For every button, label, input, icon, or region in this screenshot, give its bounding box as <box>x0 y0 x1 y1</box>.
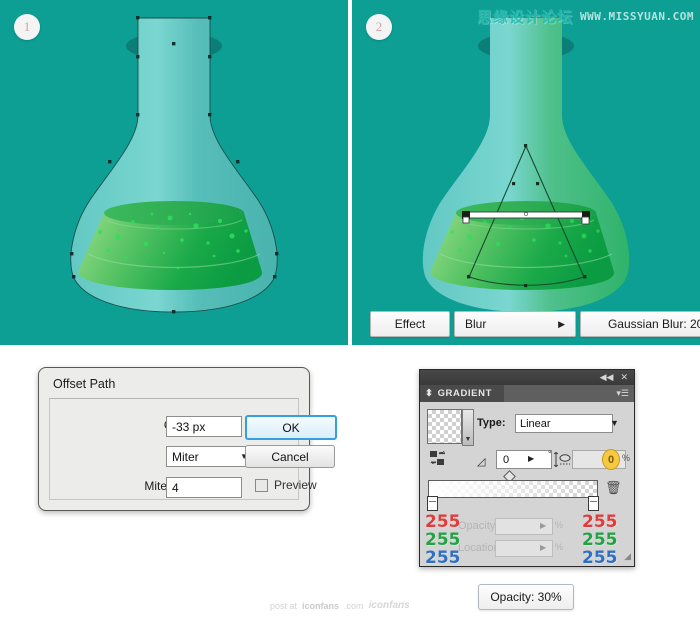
right-stop-green-value: 255 <box>582 530 618 550</box>
chevron-down-icon: ▼ <box>464 436 472 443</box>
footer-brand: iconfans <box>302 600 340 611</box>
gradient-preset-dropdown[interactable]: ▼ <box>462 409 474 446</box>
footer-credit: post at iconfans .com iconfans <box>270 600 410 611</box>
watermark: 思缘设计论坛 WWW.MISSYUAN.COM <box>477 6 694 27</box>
tab-gradient-label: GRADIENT <box>437 388 492 399</box>
step-badge-1: 1 <box>14 14 40 40</box>
effect-menu-label: Effect <box>394 317 426 331</box>
collapse-icon[interactable]: ◀◀ <box>600 373 614 382</box>
aspect-ratio-percent: % <box>622 453 631 463</box>
miter-limit-value: 4 <box>172 480 179 495</box>
screenshot-root: 1 2 思缘设计论坛 WWW.MISSYUAN.COM Effect Blur … <box>0 0 700 625</box>
close-icon[interactable]: ✕ <box>620 373 628 382</box>
aspect-ratio-icon <box>554 452 571 467</box>
joins-select[interactable]: Miter ▼ <box>166 446 253 467</box>
right-stop-blue-value: 255 <box>582 548 618 568</box>
right-stop-red-value: 255 <box>582 512 618 532</box>
ok-button[interactable]: OK <box>245 415 337 440</box>
preview-checkbox[interactable] <box>255 478 268 492</box>
offset-path-dialog: Offset Path Offset: -33 px Joins: Miter … <box>38 367 337 511</box>
miter-limit-input[interactable]: 4 <box>166 477 242 498</box>
opacity-button[interactable]: Opacity: 30% <box>478 584 574 610</box>
gradient-panel-body: ▼ Type: Linear ▼ ◿ 0 ▶ ° 0 % 🗑 255 255 2… <box>420 402 634 568</box>
gradient-aspect-ratio-highlight: 0 <box>602 449 620 470</box>
left-stop-blue-value: 255 <box>425 548 461 568</box>
gradient-panel-tabbar: ⬍ GRADIENT ▾☰ <box>420 385 634 402</box>
tutorial-panel-step-1: 1 <box>0 0 348 345</box>
footer-suffix: .com <box>344 600 364 611</box>
step-badge-2: 2 <box>366 14 392 40</box>
offset-input-value: -33 px <box>172 419 206 434</box>
dialog-title: Offset Path <box>53 377 116 391</box>
chevron-right-icon: ▶ <box>558 318 565 329</box>
delete-stop-icon[interactable]: 🗑 <box>605 480 622 496</box>
watermark-chinese: 思缘设计论坛 <box>477 8 574 26</box>
footer-prefix: post at <box>270 600 298 611</box>
gradient-preview-swatch[interactable] <box>427 409 462 444</box>
effect-menu-bar: Effect Blur ▶ Gaussian Blur: 20px <box>370 311 700 337</box>
iconfans-logo: iconfans <box>368 600 410 611</box>
location-percent: % <box>555 542 564 552</box>
opacity-stepper-icon[interactable]: ▶ <box>540 521 546 530</box>
flask-illustration-step-1 <box>70 16 279 314</box>
type-chevron-down-icon[interactable]: ▼ <box>610 418 619 428</box>
degree-symbol: ° <box>548 449 552 459</box>
angle-icon: ◿ <box>477 456 486 468</box>
gradient-stop-right[interactable] <box>588 496 599 511</box>
tab-gradient[interactable]: ⬍ GRADIENT <box>420 385 504 402</box>
joins-select-value: Miter <box>172 449 199 464</box>
flask-illustration-step-2 <box>422 18 630 312</box>
blur-submenu-button[interactable]: Blur ▶ <box>454 311 576 337</box>
tab-grip-icon: ⬍ <box>425 388 434 399</box>
tutorial-panel-step-2: 2 思缘设计论坛 WWW.MISSYUAN.COM Effect Blur ▶ … <box>352 0 700 345</box>
gradient-angle-input[interactable]: 0 <box>496 450 552 469</box>
left-stop-green-value: 255 <box>425 530 461 550</box>
opacity-label: Opacity: <box>458 520 499 532</box>
offset-input[interactable]: -33 px <box>166 416 242 437</box>
resize-grip-icon[interactable]: ◢ <box>624 551 631 562</box>
gradient-angle-value: 0 <box>503 453 510 466</box>
reverse-gradient-icon[interactable] <box>430 451 449 466</box>
location-stepper-icon[interactable]: ▶ <box>540 543 546 552</box>
gradient-panel-titlebar: ◀◀ ✕ <box>420 370 634 385</box>
effect-menu-button[interactable]: Effect <box>370 311 450 337</box>
panel-menu-icon[interactable]: ▾☰ <box>616 388 629 399</box>
ok-button-label: OK <box>282 420 300 435</box>
type-label: Type: <box>477 417 506 429</box>
angle-stepper-icon[interactable]: ▶ <box>528 454 534 463</box>
opacity-percent: % <box>555 520 564 530</box>
left-stop-red-value: 255 <box>425 512 461 532</box>
watermark-url: WWW.MISSYUAN.COM <box>580 10 694 23</box>
gradient-type-select[interactable]: Linear <box>515 414 613 433</box>
gaussian-blur-button[interactable]: Gaussian Blur: 20px <box>580 311 700 337</box>
gradient-panel: ◀◀ ✕ ⬍ GRADIENT ▾☰ ▼ Type: Linear ▼ ◿ 0 … <box>419 369 635 567</box>
blur-submenu-label: Blur <box>465 317 487 331</box>
cancel-button-label: Cancel <box>271 449 309 464</box>
cancel-button[interactable]: Cancel <box>245 445 335 468</box>
preview-label: Preview <box>274 478 317 492</box>
gradient-type-value: Linear <box>520 417 551 430</box>
opacity-button-label: Opacity: 30% <box>490 590 562 604</box>
gradient-slider-track[interactable] <box>428 480 598 498</box>
gaussian-blur-label: Gaussian Blur: 20px <box>607 317 700 331</box>
gradient-stop-left[interactable] <box>427 496 438 511</box>
preview-checkbox-row[interactable]: Preview <box>255 478 317 492</box>
